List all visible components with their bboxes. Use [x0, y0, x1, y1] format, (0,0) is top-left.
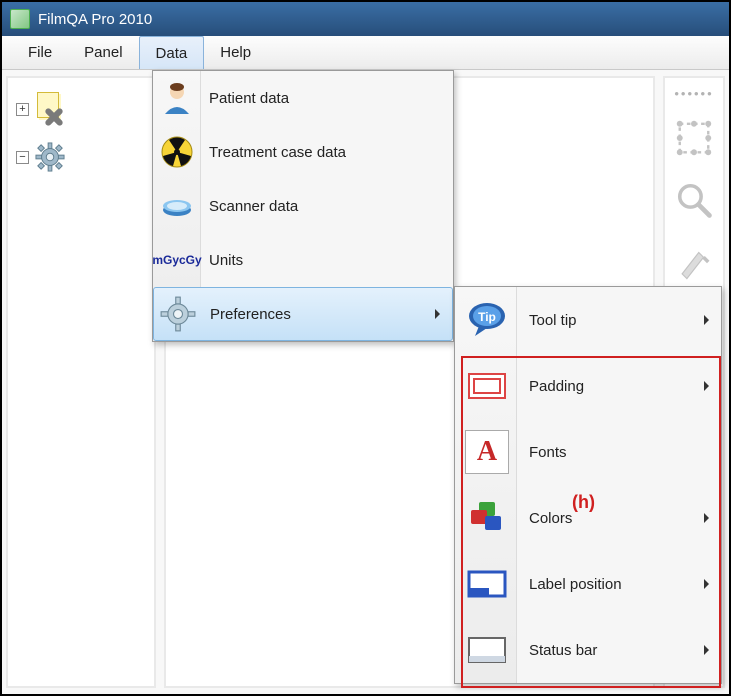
preferences-submenu: Tip Tool tip Padding A Fonts Colors Labe…	[454, 286, 722, 684]
app-icon	[10, 9, 30, 29]
menu-panel[interactable]: Panel	[68, 36, 138, 69]
pen-icon	[675, 243, 713, 284]
menu-help[interactable]: Help	[204, 36, 267, 69]
gear-icon	[160, 296, 196, 332]
menu-label: Patient data	[209, 90, 289, 107]
submenu-arrow-icon	[704, 645, 709, 655]
submenu-label: Tool tip	[529, 312, 577, 329]
scanner-icon	[159, 188, 195, 224]
submenu-label: Label position	[529, 576, 622, 593]
crop-tool-button[interactable]	[675, 120, 713, 158]
menu-label: Treatment case data	[209, 144, 346, 161]
data-dropdown-menu: Patient data Treatment case data Scanner…	[152, 70, 454, 342]
colors-icon	[465, 496, 509, 540]
padding-icon	[465, 364, 509, 408]
submenu-label: Colors	[529, 510, 572, 527]
menu-item-treatment-data[interactable]: Treatment case data	[153, 125, 453, 179]
menu-item-units[interactable]: mGy cGy Units	[153, 233, 453, 287]
menu-file[interactable]: File	[12, 36, 68, 69]
tree-item-settings[interactable]: −	[16, 142, 146, 172]
menu-item-preferences[interactable]: Preferences	[153, 287, 453, 341]
submenu-label: Status bar	[529, 642, 597, 659]
case-delete-icon	[35, 92, 69, 126]
submenu-label: Padding	[529, 378, 584, 395]
menu-label: Preferences	[210, 306, 291, 323]
crop-icon	[675, 119, 713, 160]
app-title: FilmQA Pro 2010	[38, 11, 152, 28]
submenu-label: Fonts	[529, 444, 567, 461]
tree-item-case[interactable]: +	[16, 92, 146, 126]
radiation-icon	[159, 134, 195, 170]
person-icon	[159, 80, 195, 116]
draw-tool-button[interactable]	[675, 244, 713, 282]
toolbar-grip-icon: ••••••	[674, 86, 713, 96]
submenu-item-padding[interactable]: Padding	[455, 353, 721, 419]
submenu-item-tooltip[interactable]: Tip Tool tip	[455, 287, 721, 353]
magnifier-icon	[675, 181, 713, 222]
statusbar-icon	[465, 628, 509, 672]
submenu-arrow-icon	[704, 579, 709, 589]
title-bar: FilmQA Pro 2010	[2, 2, 729, 36]
annotation-label-h: (h)	[572, 492, 595, 513]
menu-label: Scanner data	[209, 198, 298, 215]
submenu-arrow-icon	[704, 513, 709, 523]
submenu-arrow-icon	[704, 381, 709, 391]
submenu-arrow-icon	[435, 309, 440, 319]
menu-bar: File Panel Data Help	[2, 36, 729, 70]
menu-label: Units	[209, 252, 243, 269]
menu-data[interactable]: Data	[139, 36, 205, 69]
svg-text:Tip: Tip	[478, 310, 496, 324]
font-icon: A	[465, 430, 509, 474]
expand-plus-icon[interactable]: +	[16, 103, 29, 116]
menu-item-scanner-data[interactable]: Scanner data	[153, 179, 453, 233]
submenu-item-labelpos[interactable]: Label position	[455, 551, 721, 617]
menu-item-patient-data[interactable]: Patient data	[153, 71, 453, 125]
submenu-item-fonts[interactable]: A Fonts	[455, 419, 721, 485]
tree-sidebar: + −	[6, 76, 156, 688]
units-icon: mGy cGy	[159, 242, 195, 278]
zoom-tool-button[interactable]	[675, 182, 713, 220]
submenu-item-statusbar[interactable]: Status bar	[455, 617, 721, 683]
expand-minus-icon[interactable]: −	[16, 151, 29, 164]
gear-icon	[35, 142, 65, 172]
label-position-icon	[465, 562, 509, 606]
tip-bubble-icon: Tip	[465, 298, 509, 342]
submenu-arrow-icon	[704, 315, 709, 325]
